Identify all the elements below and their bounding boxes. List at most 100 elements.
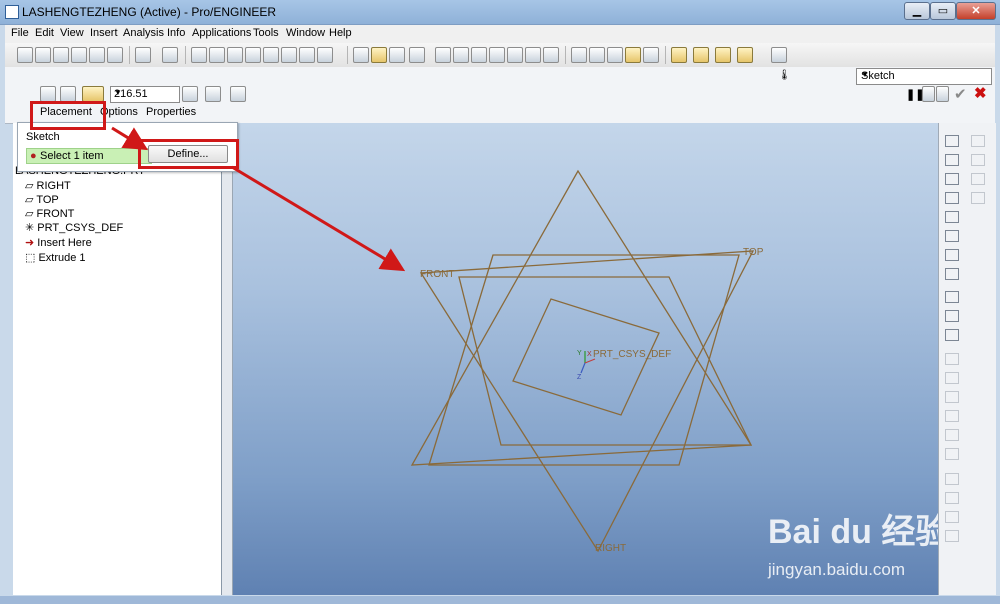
menu-analysis[interactable]: Analysis xyxy=(123,27,164,39)
preview-icon[interactable] xyxy=(936,86,949,102)
depth-option-icon[interactable] xyxy=(82,86,104,102)
open-icon[interactable] xyxy=(35,47,51,63)
cut-icon[interactable] xyxy=(191,47,207,63)
saved-views-icon[interactable] xyxy=(507,47,523,63)
tree-item-right[interactable]: ▱ RIGHT xyxy=(25,179,71,192)
print-icon[interactable] xyxy=(71,47,87,63)
draft-icon[interactable] xyxy=(945,391,959,403)
revolve-icon[interactable] xyxy=(945,310,959,322)
menu-view[interactable]: View xyxy=(60,27,84,39)
find-icon[interactable] xyxy=(299,47,315,63)
sweep-icon[interactable] xyxy=(945,329,959,341)
menu-window[interactable]: Window xyxy=(286,27,325,39)
sketched-curve-icon[interactable] xyxy=(945,268,959,280)
menu-edit[interactable]: Edit xyxy=(35,27,54,39)
tree-item-csys[interactable]: ✳ PRT_CSYS_DEF xyxy=(25,221,123,234)
surface-icon[interactable] xyxy=(60,86,76,102)
layers-icon[interactable] xyxy=(525,47,541,63)
display-style-icon[interactable] xyxy=(409,47,425,63)
csys-icon[interactable] xyxy=(737,47,753,63)
plane-icon[interactable] xyxy=(945,154,959,166)
menu-file[interactable]: File xyxy=(11,27,29,39)
maximize-button[interactable]: ▭ xyxy=(930,2,956,20)
chamfer-icon[interactable] xyxy=(945,372,959,384)
round-icon[interactable] xyxy=(945,353,959,365)
sketch-tool-icon[interactable] xyxy=(945,135,959,147)
extrude-tool-icon[interactable] xyxy=(945,291,959,303)
tree-item-top[interactable]: ▱ TOP xyxy=(25,193,59,206)
menu-tools[interactable]: Tools xyxy=(253,27,279,39)
context-help-icon[interactable] xyxy=(771,47,787,63)
csys-tool-icon[interactable] xyxy=(945,230,959,242)
paste-special-icon[interactable] xyxy=(245,47,261,63)
refit-icon[interactable] xyxy=(471,47,487,63)
copy-icon[interactable] xyxy=(209,47,225,63)
select-box-icon[interactable] xyxy=(317,47,333,63)
solidify-icon[interactable] xyxy=(945,530,959,542)
tree-sash[interactable] xyxy=(222,123,233,595)
thicken-icon[interactable] xyxy=(230,86,246,102)
chevron-down-icon[interactable]: ▼ xyxy=(114,88,176,97)
zoom-in-icon[interactable] xyxy=(435,47,451,63)
shading-icon[interactable] xyxy=(625,47,641,63)
verify-icon[interactable] xyxy=(922,86,935,102)
copy-feature-icon[interactable] xyxy=(945,429,959,441)
hidden-line-icon[interactable] xyxy=(589,47,605,63)
email-link-icon[interactable] xyxy=(107,47,123,63)
redo-icon[interactable] xyxy=(162,47,178,63)
enhanced-realism-icon[interactable] xyxy=(643,47,659,63)
new-icon[interactable] xyxy=(17,47,33,63)
cancel-icon[interactable]: ✖ xyxy=(974,84,987,102)
sketch-collector[interactable]: ● Select 1 item xyxy=(26,148,152,164)
offset-icon[interactable] xyxy=(945,492,959,504)
paste-icon[interactable] xyxy=(227,47,243,63)
accept-icon[interactable]: ✔ xyxy=(954,85,967,103)
shell-icon[interactable] xyxy=(971,173,985,185)
regenerate-icon[interactable] xyxy=(263,47,279,63)
remove-material-icon[interactable] xyxy=(205,86,221,102)
menu-info[interactable]: Info xyxy=(167,27,185,39)
tab-properties[interactable]: Properties xyxy=(146,106,196,118)
curve-icon[interactable] xyxy=(945,192,959,204)
no-hidden-icon[interactable] xyxy=(607,47,623,63)
save-icon[interactable] xyxy=(53,47,69,63)
flip-direction-icon[interactable] xyxy=(182,86,198,102)
repaint-icon[interactable] xyxy=(353,47,369,63)
rib-icon[interactable] xyxy=(971,192,985,204)
axis-icon[interactable] xyxy=(945,173,959,185)
point-icon[interactable] xyxy=(945,211,959,223)
tree-item-insert-here[interactable]: ➜ Insert Here xyxy=(25,236,92,249)
mirror-icon[interactable] xyxy=(971,135,985,147)
regen-manager-icon[interactable] xyxy=(281,47,297,63)
datum-plane-icon: ▱ xyxy=(25,208,37,220)
minimize-button[interactable]: ▁ xyxy=(904,2,930,20)
hole-icon[interactable] xyxy=(971,154,985,166)
tree-item-front[interactable]: ▱ FRONT xyxy=(25,207,74,220)
thicken-tool-icon[interactable] xyxy=(945,511,959,523)
email-icon[interactable] xyxy=(89,47,105,63)
trim-icon[interactable] xyxy=(945,473,959,485)
wireframe-icon[interactable] xyxy=(571,47,587,63)
pattern-icon[interactable] xyxy=(945,410,959,422)
view-manager-icon[interactable] xyxy=(543,47,559,63)
datum-points-icon[interactable] xyxy=(715,47,731,63)
graphics-window[interactable]: FRONT TOP RIGHT Y X Z PRT_CSYS_DEF Bai d… xyxy=(233,123,949,595)
merge-icon[interactable] xyxy=(945,448,959,460)
reorient-icon[interactable] xyxy=(489,47,505,63)
app-icon xyxy=(5,5,19,19)
undo-icon[interactable] xyxy=(135,47,151,63)
datum-axes-icon[interactable] xyxy=(693,47,709,63)
solid-icon[interactable] xyxy=(40,86,56,102)
datum-planes-icon[interactable] xyxy=(671,47,687,63)
tree-item-extrude[interactable]: ⬚ Extrude 1 xyxy=(25,251,86,264)
analysis-icon[interactable] xyxy=(945,249,959,261)
zoom-out-icon[interactable] xyxy=(453,47,469,63)
menu-applications[interactable]: Applications xyxy=(192,27,251,39)
depth-value-field[interactable]: 216.51 ▼ xyxy=(110,86,180,103)
menu-insert[interactable]: Insert xyxy=(90,27,118,39)
smart-filter-select[interactable]: Sketch ▼ xyxy=(856,68,992,85)
spin-center-icon[interactable] xyxy=(371,47,387,63)
orient-mode-icon[interactable] xyxy=(389,47,405,63)
menu-help[interactable]: Help xyxy=(329,27,352,39)
close-button[interactable]: ✕ xyxy=(956,2,996,20)
